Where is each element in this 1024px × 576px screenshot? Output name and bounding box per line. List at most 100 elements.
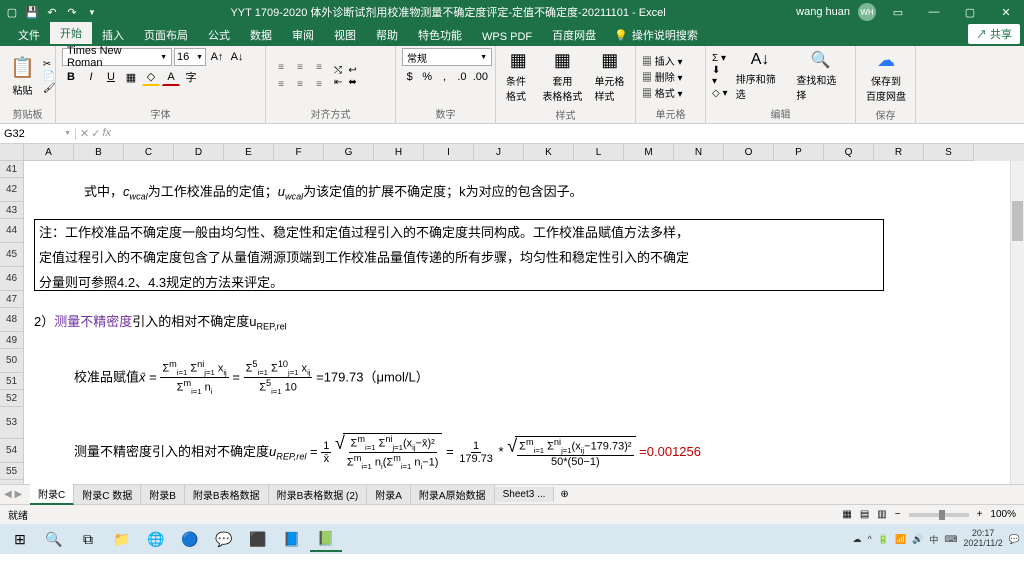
font-color-icon[interactable]: A [162, 68, 180, 86]
notifications-icon[interactable]: 💬 [1009, 534, 1020, 545]
italic-icon[interactable]: I [82, 68, 100, 86]
row-header[interactable]: 44 [0, 219, 23, 243]
row-header[interactable]: 55 [0, 463, 23, 480]
row-header[interactable]: 45 [0, 243, 23, 267]
sheet-tab[interactable]: 附录A [367, 485, 411, 504]
sheet-tab[interactable]: 附录C [30, 484, 74, 505]
save-icon[interactable]: 💾 [24, 4, 40, 20]
row-header[interactable]: 41 [0, 161, 23, 178]
fx-cancel-icon[interactable]: ✕ [80, 127, 89, 140]
border-icon[interactable]: ▦ [122, 68, 140, 86]
new-sheet-icon[interactable]: ⊕ [554, 489, 574, 500]
format-cells-button[interactable]: ▦ 格式 ▾ [642, 85, 699, 100]
cut-icon[interactable]: ✂ [43, 59, 56, 70]
tab-help[interactable]: 帮助 [366, 24, 408, 46]
tab-layout[interactable]: 页面布局 [134, 24, 198, 46]
sort-filter-button[interactable]: A↓排序和筛选 [732, 49, 789, 103]
maximize-icon[interactable]: ▢ [956, 2, 984, 22]
zoom-level[interactable]: 100% [990, 509, 1016, 520]
phonetic-icon[interactable]: 字 [182, 68, 200, 86]
word-icon[interactable]: 📘 [276, 526, 308, 552]
zoom-in-icon[interactable]: + [977, 509, 983, 520]
autosum-icon[interactable]: Σ ▾ [712, 53, 728, 64]
name-box[interactable]: G32▼ [0, 128, 76, 140]
close-icon[interactable]: ✕ [992, 2, 1020, 22]
tab-view[interactable]: 视图 [324, 24, 366, 46]
tab-review[interactable]: 审阅 [282, 24, 324, 46]
number-format-select[interactable]: 常规▼ [402, 48, 492, 66]
col-header[interactable]: C [124, 144, 174, 161]
tab-insert[interactable]: 插入 [92, 24, 134, 46]
col-header[interactable]: H [374, 144, 424, 161]
col-header[interactable]: I [424, 144, 474, 161]
fx-icon[interactable]: fx [102, 127, 111, 140]
format-painter-icon[interactable]: 🖌 [43, 83, 56, 94]
row-header[interactable]: 49 [0, 332, 23, 349]
col-header[interactable]: K [524, 144, 574, 161]
paste-button[interactable]: 📋粘贴 [6, 53, 39, 99]
tray-chevron-icon[interactable]: ^ [868, 534, 872, 544]
clear-icon[interactable]: ◇ ▾ [712, 88, 728, 99]
find-select-button[interactable]: 🔍查找和选择 [792, 48, 849, 104]
wechat-icon[interactable]: 💬 [208, 526, 240, 552]
increase-font-icon[interactable]: A↑ [208, 48, 226, 66]
explorer-icon[interactable]: 📁 [106, 526, 138, 552]
autosave-icon[interactable]: ▢ [4, 4, 20, 20]
decrease-decimal-icon[interactable]: .00 [472, 68, 489, 86]
col-header[interactable]: L [574, 144, 624, 161]
sheet-tab[interactable]: 附录C 数据 [74, 485, 141, 504]
tray-ime-icon[interactable]: 中 [929, 533, 938, 546]
tray-sound-icon[interactable]: 🔊 [912, 534, 923, 545]
col-header[interactable]: O [724, 144, 774, 161]
row-header[interactable]: 53 [0, 407, 23, 439]
view-break-icon[interactable]: ▥ [877, 509, 886, 520]
minimize-icon[interactable]: — [920, 2, 948, 22]
col-header[interactable]: F [274, 144, 324, 161]
currency-icon[interactable]: $ [402, 68, 417, 86]
copy-icon[interactable]: 📄 [43, 71, 56, 82]
tray-keyboard-icon[interactable]: ⌨ [944, 534, 957, 545]
ribbon-options-icon[interactable]: ▭ [884, 2, 912, 22]
taskview-icon[interactable]: ⧉ [72, 526, 104, 552]
sheet-tab[interactable]: Sheet3 ... [495, 487, 555, 502]
fill-color-icon[interactable]: ◇ [142, 68, 160, 86]
underline-icon[interactable]: U [102, 68, 120, 86]
cell-style-button[interactable]: ▦单元格样式 [590, 48, 629, 105]
sheet-tab[interactable]: 附录B表格数据 [185, 485, 269, 504]
col-header[interactable]: S [924, 144, 974, 161]
clock-date[interactable]: 2021/11/2 [963, 539, 1002, 549]
decrease-font-icon[interactable]: A↓ [228, 48, 246, 66]
indent-left-icon[interactable]: ⇤ [334, 77, 342, 88]
view-normal-icon[interactable]: ▦ [842, 509, 851, 520]
tray-battery-icon[interactable]: 🔋 [878, 534, 889, 545]
percent-icon[interactable]: % [419, 68, 434, 86]
sheet-tab[interactable]: 附录B表格数据 (2) [269, 485, 368, 504]
insert-cells-button[interactable]: ▦ 插入 ▾ [642, 53, 699, 68]
wrap-text-icon[interactable]: ↩ [348, 65, 356, 76]
tab-home[interactable]: 开始 [50, 22, 92, 46]
font-size-select[interactable]: 16▼ [174, 48, 206, 66]
tab-formulas[interactable]: 公式 [198, 24, 240, 46]
zoom-slider[interactable] [909, 513, 969, 517]
col-header[interactable]: N [674, 144, 724, 161]
avatar[interactable]: WH [858, 3, 876, 21]
row-header[interactable]: 50 [0, 349, 23, 373]
row-header[interactable]: 51 [0, 373, 23, 390]
col-header[interactable]: J [474, 144, 524, 161]
tray-wifi-icon[interactable]: 📶 [895, 534, 906, 545]
tab-special[interactable]: 特色功能 [408, 24, 472, 46]
vertical-scrollbar[interactable] [1010, 161, 1024, 484]
zoom-out-icon[interactable]: − [895, 509, 901, 520]
col-header[interactable]: A [24, 144, 74, 161]
tab-baidu[interactable]: 百度网盘 [542, 24, 606, 46]
col-header[interactable]: G [324, 144, 374, 161]
col-header[interactable]: M [624, 144, 674, 161]
user-name[interactable]: wang huan [796, 6, 850, 18]
start-icon[interactable]: ⊞ [4, 526, 36, 552]
tab-wpspdf[interactable]: WPS PDF [472, 28, 542, 46]
tab-data[interactable]: 数据 [240, 24, 282, 46]
increase-decimal-icon[interactable]: .0 [454, 68, 469, 86]
cond-format-button[interactable]: ▦条件格式 [502, 48, 534, 105]
undo-icon[interactable]: ↶ [44, 4, 60, 20]
row-header[interactable]: 52 [0, 390, 23, 407]
